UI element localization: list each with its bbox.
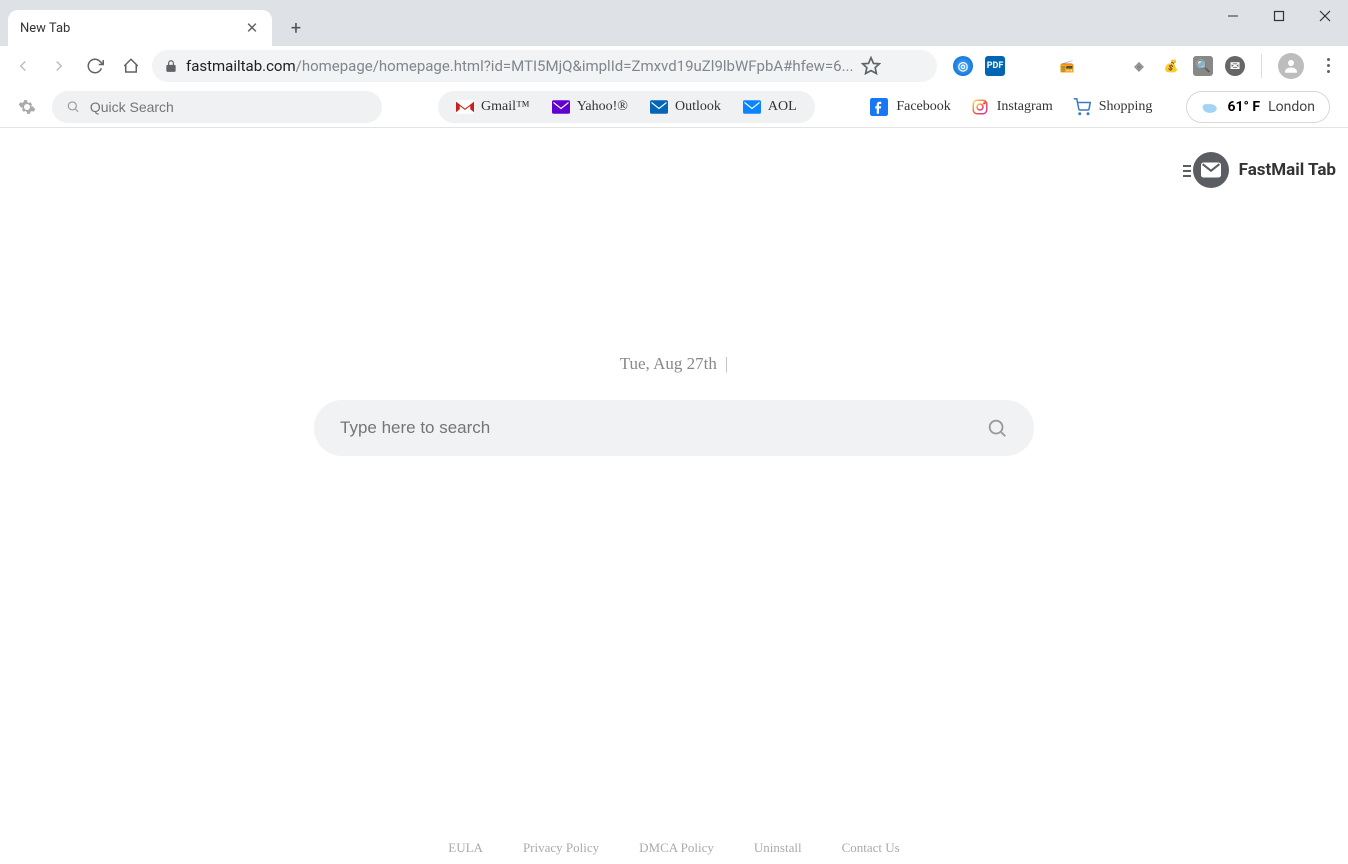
window-controls bbox=[1210, 0, 1348, 32]
footer-link-eula[interactable]: EULA bbox=[448, 840, 483, 856]
social-link-shopping[interactable]: Shopping bbox=[1073, 98, 1153, 116]
date-line: Tue, Aug 27th | bbox=[314, 354, 1034, 374]
social-link-label: Shopping bbox=[1099, 99, 1153, 115]
mail-link-label: AOL bbox=[768, 99, 797, 115]
brand-logo-block: FastMail Tab bbox=[1193, 152, 1336, 188]
close-window-button[interactable] bbox=[1302, 0, 1348, 32]
extension-icon-bag[interactable]: 💰 bbox=[1161, 56, 1181, 76]
url-text: fastmailtab.com/homepage/homepage.html?i… bbox=[186, 57, 853, 75]
search-icon[interactable] bbox=[986, 417, 1008, 439]
mail-links-group: Gmail™ Yahoo!® Outlook AOL bbox=[438, 91, 815, 123]
main-search-box[interactable] bbox=[314, 400, 1034, 456]
mail-link-aol[interactable]: AOL bbox=[743, 99, 797, 115]
bookmark-star-icon[interactable] bbox=[861, 56, 881, 76]
reload-button[interactable] bbox=[80, 51, 110, 81]
gmail-icon bbox=[456, 100, 474, 114]
brand-logo-icon bbox=[1193, 152, 1229, 188]
yahoo-icon bbox=[552, 100, 570, 114]
weather-widget[interactable]: 61° F London bbox=[1186, 91, 1330, 123]
date-text: Tue, Aug 27th bbox=[620, 354, 717, 373]
social-link-label: Facebook bbox=[896, 99, 950, 115]
divider bbox=[1261, 54, 1262, 78]
social-link-facebook[interactable]: Facebook bbox=[870, 98, 950, 116]
extension-icons: ◎ PDF 📻 ◈ 💰 🔍 ✉ bbox=[953, 53, 1340, 79]
maximize-button[interactable] bbox=[1256, 0, 1302, 32]
aol-icon bbox=[743, 100, 761, 114]
forward-button[interactable] bbox=[44, 51, 74, 81]
weather-temp: 61° F bbox=[1227, 99, 1260, 115]
quick-search-input[interactable] bbox=[90, 99, 368, 115]
weather-location: London bbox=[1268, 99, 1315, 115]
browser-tab[interactable]: New Tab ✕ bbox=[8, 10, 272, 46]
social-link-label: Instagram bbox=[997, 99, 1053, 115]
mail-link-label: Outlook bbox=[675, 99, 721, 115]
weather-icon bbox=[1201, 100, 1219, 114]
outlook-icon bbox=[650, 100, 668, 114]
profile-button[interactable] bbox=[1278, 53, 1304, 79]
close-tab-icon[interactable]: ✕ bbox=[244, 20, 260, 36]
extension-icon-layers[interactable]: ◈ bbox=[1129, 56, 1149, 76]
extension-icon-radio[interactable]: 📻 bbox=[1057, 56, 1077, 76]
footer-links: EULA Privacy Policy DMCA Policy Uninstal… bbox=[0, 840, 1348, 856]
main-search-input[interactable] bbox=[340, 418, 986, 438]
mail-link-outlook[interactable]: Outlook bbox=[650, 99, 721, 115]
extension-icon-search[interactable]: 🔍 bbox=[1193, 56, 1213, 76]
mail-link-label: Gmail™ bbox=[481, 99, 530, 115]
search-icon bbox=[66, 99, 80, 114]
footer-link-contact[interactable]: Contact Us bbox=[842, 840, 900, 856]
extension-icon-mail[interactable]: ✉ bbox=[1225, 56, 1245, 76]
page-toolbar: Gmail™ Yahoo!® Outlook AOL Facebook Inst… bbox=[0, 86, 1348, 128]
footer-link-uninstall[interactable]: Uninstall bbox=[754, 840, 802, 856]
footer-link-privacy[interactable]: Privacy Policy bbox=[523, 840, 599, 856]
main-content: FastMail Tab Tue, Aug 27th | EULA Privacy… bbox=[0, 128, 1348, 864]
center-block: Tue, Aug 27th | bbox=[314, 354, 1034, 456]
back-button[interactable] bbox=[8, 51, 38, 81]
minimize-button[interactable] bbox=[1210, 0, 1256, 32]
quick-search-box[interactable] bbox=[52, 91, 382, 123]
browser-tab-bar: New Tab ✕ + bbox=[0, 0, 1348, 46]
social-link-instagram[interactable]: Instagram bbox=[971, 98, 1053, 116]
lock-icon bbox=[164, 59, 178, 73]
brand-name: FastMail Tab bbox=[1239, 160, 1336, 180]
mail-link-yahoo[interactable]: Yahoo!® bbox=[552, 99, 628, 115]
home-button[interactable] bbox=[116, 51, 146, 81]
mail-link-label: Yahoo!® bbox=[577, 99, 628, 115]
chrome-menu-button[interactable] bbox=[1316, 58, 1340, 73]
date-separator: | bbox=[725, 354, 728, 373]
extension-icon-1[interactable]: ◎ bbox=[953, 56, 973, 76]
social-links-group: Facebook Instagram Shopping bbox=[870, 98, 1152, 116]
shopping-cart-icon bbox=[1073, 98, 1091, 116]
browser-toolbar: fastmailtab.com/homepage/homepage.html?i… bbox=[0, 46, 1348, 86]
settings-gear-icon[interactable] bbox=[18, 98, 36, 116]
instagram-icon bbox=[971, 98, 989, 116]
new-tab-button[interactable]: + bbox=[282, 14, 310, 42]
address-bar[interactable]: fastmailtab.com/homepage/homepage.html?i… bbox=[152, 50, 937, 82]
footer-link-dmca[interactable]: DMCA Policy bbox=[639, 840, 714, 856]
facebook-icon bbox=[870, 98, 888, 116]
tab-title: New Tab bbox=[20, 21, 244, 36]
extension-icon-pdf[interactable]: PDF bbox=[985, 56, 1005, 76]
mail-link-gmail[interactable]: Gmail™ bbox=[456, 99, 530, 115]
